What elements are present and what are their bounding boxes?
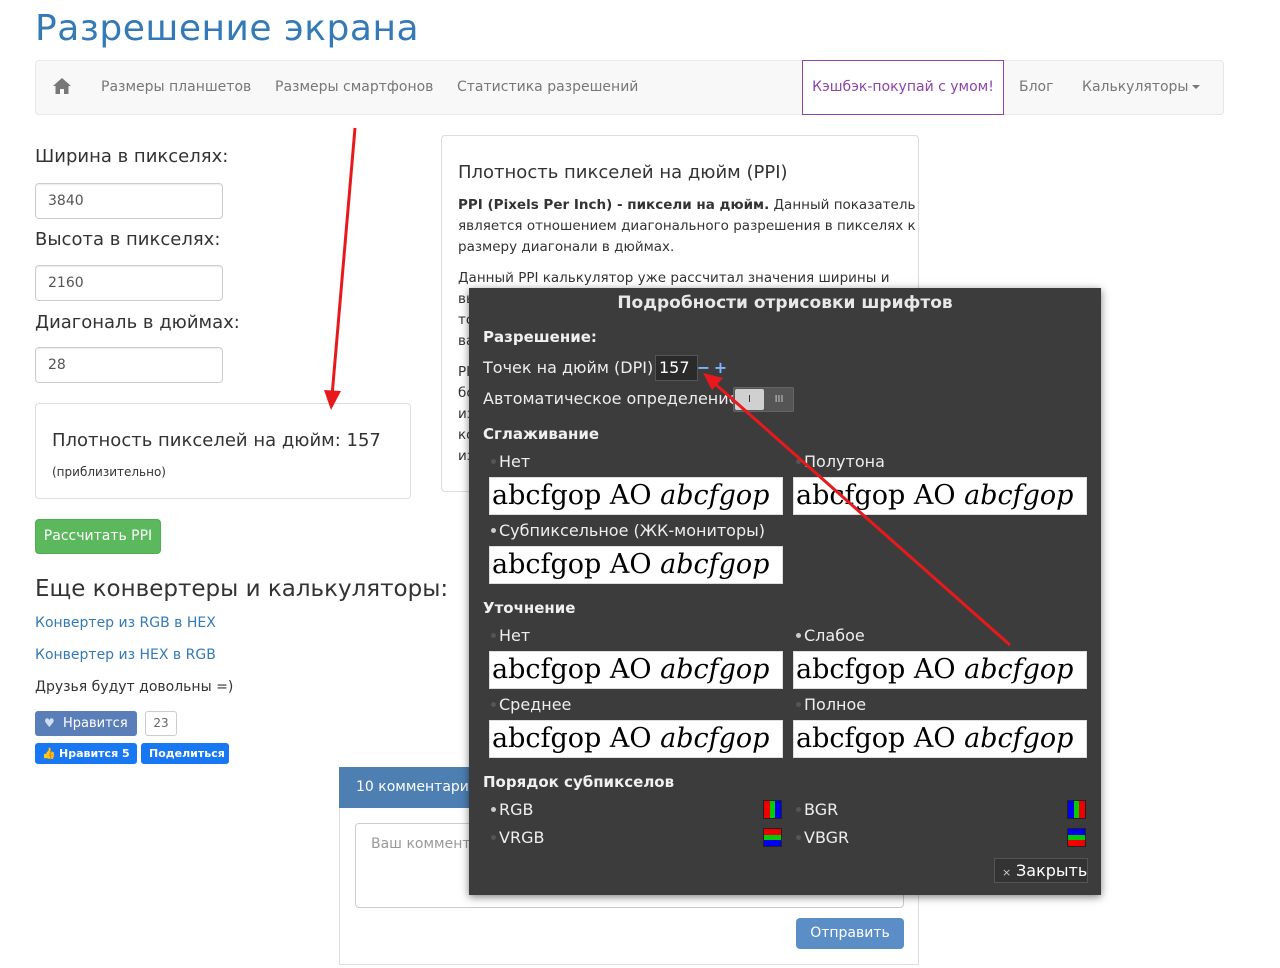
- annotation-arrows: [324, 127, 1011, 647]
- annotation-arrow-to-dpi-icon: [703, 373, 1011, 647]
- annotation-arrow-down-icon: [324, 127, 357, 410]
